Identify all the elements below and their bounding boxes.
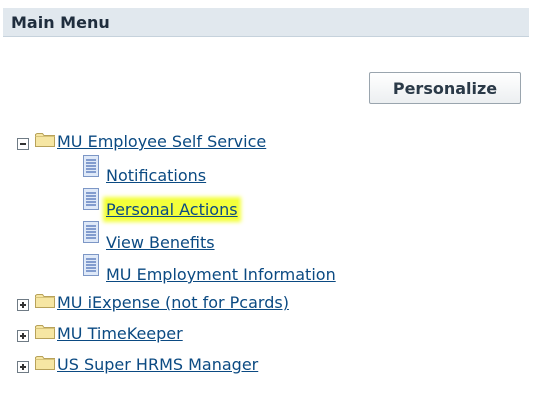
document-icon: [83, 155, 99, 177]
document-icon: [83, 188, 99, 210]
personalize-button[interactable]: Personalize: [369, 72, 521, 104]
folder-icon: [35, 132, 55, 147]
document-icon: [83, 221, 99, 243]
main-menu-header: Main Menu: [3, 8, 529, 37]
folder-icon: [35, 293, 55, 308]
menu-item-us-super-hrms-manager[interactable]: US Super HRMS Manager: [57, 355, 258, 374]
collapse-toggle-icon[interactable]: [17, 138, 29, 150]
menu-item-notifications[interactable]: Notifications: [106, 166, 206, 185]
menu-item-personal-actions[interactable]: Personal Actions: [106, 200, 238, 219]
menu-item-mu-employment-information[interactable]: MU Employment Information: [106, 265, 336, 284]
expand-toggle-icon[interactable]: [17, 330, 29, 342]
menu-item-mu-timekeeper[interactable]: MU TimeKeeper: [57, 324, 183, 343]
main-menu-title: Main Menu: [11, 13, 110, 32]
menu-item-mu-iexpense[interactable]: MU iExpense (not for Pcards): [57, 293, 289, 312]
expand-toggle-icon[interactable]: [17, 299, 29, 311]
menu-item-mu-employee-self-service[interactable]: MU Employee Self Service: [57, 132, 266, 151]
expand-toggle-icon[interactable]: [17, 361, 29, 373]
main-menu-panel: Main Menu Personalize MU Employee Self S…: [3, 8, 529, 400]
menu-item-view-benefits[interactable]: View Benefits: [106, 233, 215, 252]
folder-icon: [35, 355, 55, 370]
document-icon: [83, 254, 99, 276]
folder-icon: [35, 324, 55, 339]
